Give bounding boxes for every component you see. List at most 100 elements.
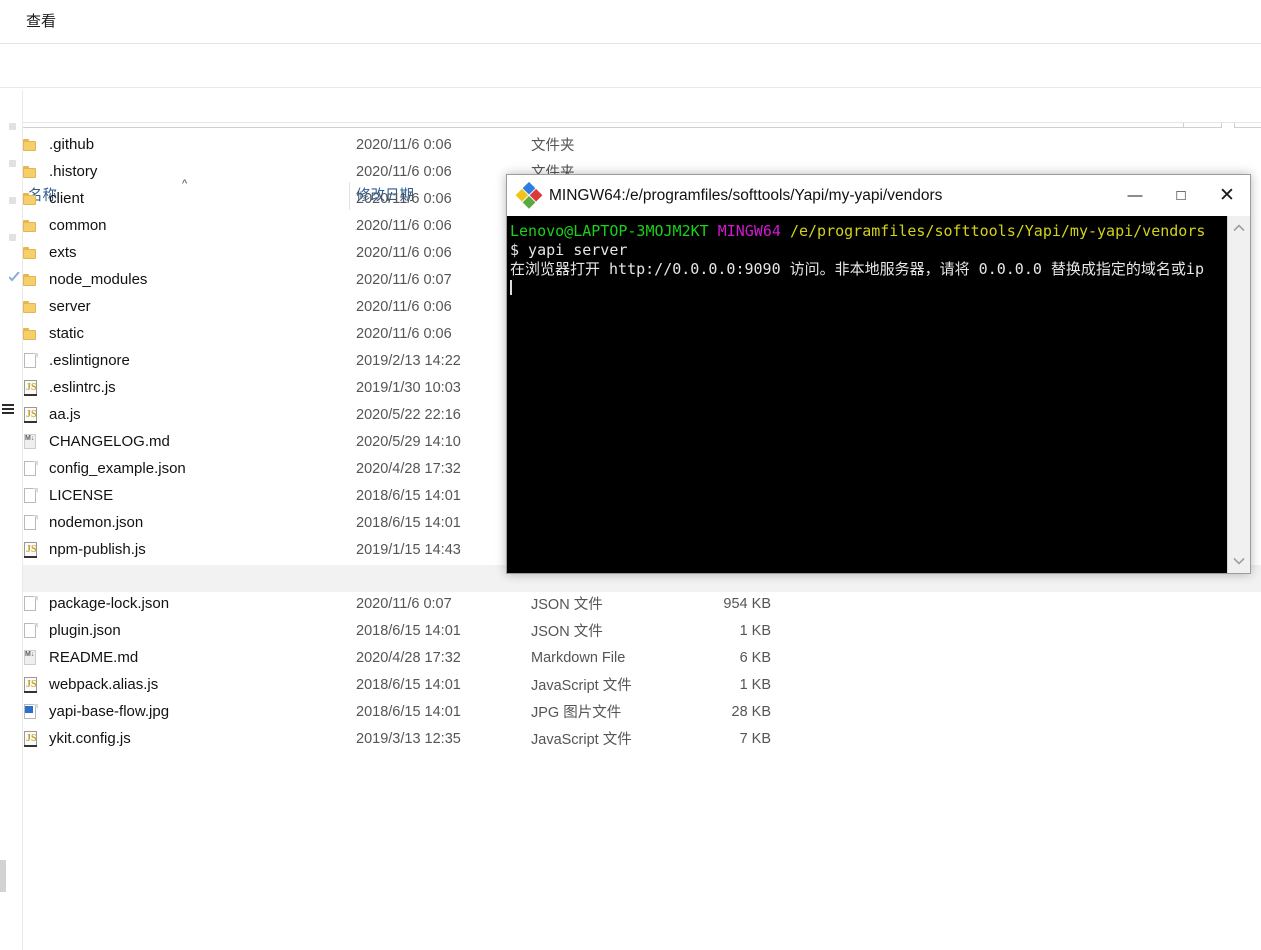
close-button[interactable]: ✕ <box>1204 175 1250 216</box>
check-icon <box>8 271 20 282</box>
chevron-up-icon[interactable] <box>1228 218 1250 238</box>
file-name-cell[interactable]: node_modules <box>23 266 353 293</box>
folder-icon <box>23 218 39 234</box>
terminal-cursor <box>510 280 512 295</box>
file-name-text: exts <box>49 244 77 261</box>
folder-icon <box>23 245 39 261</box>
nav-tree-item-fragment[interactable] <box>9 234 16 241</box>
explorer-window: 查看 比电脑›Windows (E:)›programfiles›softtoo… <box>0 0 1261 950</box>
address-divider <box>0 87 1261 88</box>
file-name-text: config_example.json <box>49 460 186 477</box>
javascript-file-icon: JS <box>23 379 39 396</box>
file-name-cell[interactable]: package-lock.json <box>23 590 353 617</box>
mingw64-icon <box>515 181 543 209</box>
file-name-text: CHANGELOG.md <box>49 433 170 450</box>
terminal-user-host: Lenovo@LAPTOP-3MOJM2KT <box>510 222 709 240</box>
file-row[interactable]: package-lock.json 2020/11/6 0:07 JSON 文件 95… <box>23 590 1261 617</box>
file-name-cell[interactable]: .history <box>23 158 353 185</box>
terminal-scrollbar[interactable] <box>1227 216 1250 573</box>
nav-tree-item-fragment[interactable] <box>9 123 16 130</box>
file-name-text: client <box>49 190 85 207</box>
file-name-text: static <box>49 325 85 342</box>
file-name-cell[interactable]: JS aa.js <box>23 401 353 428</box>
jpg-image-icon <box>23 703 39 720</box>
file-date-cell: 2020/4/28 17:32 <box>356 649 461 666</box>
file-name-cell[interactable]: JS webpack.alias.js <box>23 671 353 698</box>
file-row[interactable]: JS webpack.alias.js 2018/6/15 14:01 JavaScr… <box>23 671 1261 698</box>
folder-icon <box>23 137 39 153</box>
file-name-cell[interactable]: config_example.json <box>23 455 353 482</box>
file-name-cell[interactable]: JS ykit.config.js <box>23 725 353 752</box>
file-date-cell: 2020/11/6 0:06 <box>356 136 452 153</box>
file-size-cell: 7 KB <box>739 730 771 747</box>
address-bar: 比电脑›Windows (E:)›programfiles›softtools›… <box>0 44 1261 128</box>
terminal-cwd: /e/programfiles/softtools/Yapi/my-yapi/v… <box>789 222 1206 240</box>
file-name-cell[interactable]: client <box>23 185 353 212</box>
nav-tree-item-fragment[interactable] <box>9 160 16 167</box>
maximize-button[interactable]: □ <box>1158 175 1204 216</box>
file-name-cell[interactable]: server <box>23 293 353 320</box>
nav-tree-item-fragment[interactable] <box>8 270 20 282</box>
javascript-file-icon: JS <box>23 730 39 747</box>
terminal-output-line: 在浏览器打开 http://0.0.0.0:9090 访问。非本地服务器，请将 … <box>510 260 1204 278</box>
ribbon-tab-view[interactable]: 查看 <box>26 12 56 32</box>
chevron-down-icon[interactable] <box>1228 551 1250 571</box>
file-name-cell[interactable]: yapi-base-flow.jpg <box>23 698 353 725</box>
file-name-text: ykit.config.js <box>49 730 131 747</box>
file-row[interactable]: yapi-base-flow.jpg 2018/6/15 14:01 JPG 图片文… <box>23 698 1261 725</box>
file-icon <box>23 352 39 369</box>
file-name-cell[interactable]: LICENSE <box>23 482 353 509</box>
file-name-cell[interactable]: plugin.json <box>23 617 353 644</box>
file-row[interactable]: M↓ README.md 2020/4/28 17:32 Markdown File 6… <box>23 644 1261 671</box>
markdown-file-icon: M↓ <box>23 649 39 666</box>
file-row[interactable]: .github 2020/11/6 0:06 文件夹 <box>23 131 1261 158</box>
file-size-cell: 954 KB <box>723 595 771 612</box>
file-name-text: aa.js <box>49 406 81 423</box>
file-name-text: nodemon.json <box>49 514 144 531</box>
terminal-shell-name: MINGW64 <box>717 222 781 240</box>
file-date-cell: 2018/6/15 14:01 <box>356 622 461 639</box>
terminal-body[interactable]: Lenovo@LAPTOP-3MOJM2KT MINGW64 /e/progra… <box>507 216 1250 573</box>
file-name-cell[interactable]: .eslintignore <box>23 347 353 374</box>
folder-icon <box>23 272 39 288</box>
file-name-cell[interactable]: .github <box>23 131 353 158</box>
file-name-cell[interactable]: static <box>23 320 353 347</box>
nav-tree-item-fragment[interactable] <box>9 197 16 204</box>
markdown-file-icon: M↓ <box>23 433 39 450</box>
folder-icon <box>23 326 39 342</box>
file-name-text: package-lock.json <box>49 595 170 612</box>
mingw64-terminal-window[interactable]: MINGW64:/e/programfiles/softtools/Yapi/m… <box>506 174 1251 574</box>
folder-icon <box>23 299 39 315</box>
file-name-cell[interactable]: common <box>23 212 353 239</box>
nav-list-icon <box>2 404 14 414</box>
file-row[interactable]: plugin.json 2018/6/15 14:01 JSON 文件 1 KB <box>23 617 1261 644</box>
file-name-text: yapi-base-flow.jpg <box>49 703 170 720</box>
navigation-pane[interactable] <box>0 90 22 950</box>
file-name-cell[interactable]: M↓ README.md <box>23 644 353 671</box>
nav-scrollbar-thumb[interactable] <box>0 860 6 892</box>
javascript-file-icon: JS <box>23 541 39 558</box>
terminal-output: Lenovo@LAPTOP-3MOJM2KT MINGW64 /e/progra… <box>510 222 1224 298</box>
file-name-cell[interactable]: exts <box>23 239 353 266</box>
file-name-cell[interactable]: JS .eslintrc.js <box>23 374 353 401</box>
file-size-cell: 6 KB <box>739 649 771 666</box>
javascript-file-icon: JS <box>23 676 39 693</box>
terminal-title-bar[interactable]: MINGW64:/e/programfiles/softtools/Yapi/m… <box>507 175 1250 216</box>
ribbon-bar: 查看 <box>0 0 1261 44</box>
file-name-cell[interactable]: JS npm-publish.js <box>23 536 353 563</box>
file-name-text: .github <box>49 136 95 153</box>
file-icon <box>23 460 39 477</box>
file-date-cell: 2019/3/13 12:35 <box>356 730 461 747</box>
file-name-text: npm-publish.js <box>49 541 146 558</box>
file-icon <box>23 487 39 504</box>
file-name-text: webpack.alias.js <box>49 676 159 693</box>
file-name-text: .history <box>49 163 98 180</box>
minimize-button[interactable]: — <box>1112 175 1158 216</box>
file-size-cell: 1 KB <box>739 676 771 693</box>
file-icon <box>23 595 39 612</box>
file-name-cell[interactable]: M↓ CHANGELOG.md <box>23 428 353 455</box>
file-row[interactable]: JS ykit.config.js 2019/3/13 12:35 JavaScrip… <box>23 725 1261 752</box>
column-header-row: ^ 名称 修改日期 类型 大小 <box>0 90 1261 210</box>
file-name-cell[interactable]: nodemon.json <box>23 509 353 536</box>
file-icon <box>23 514 39 531</box>
